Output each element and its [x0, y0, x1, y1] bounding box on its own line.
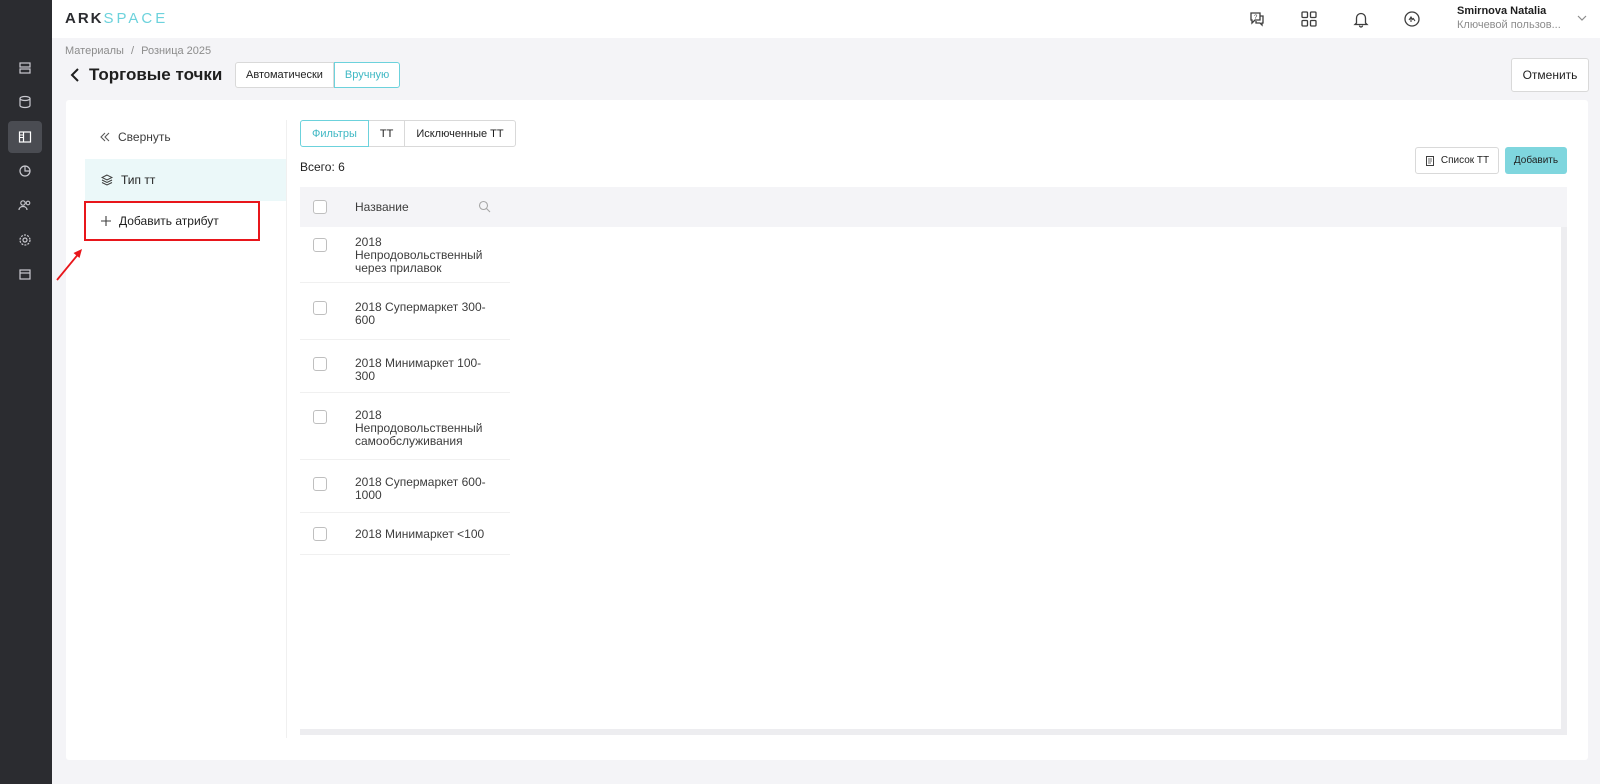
row-name: 2018 Непродовольственный самообслуживани… — [355, 408, 483, 448]
apps-grid-icon[interactable] — [1298, 8, 1320, 30]
logo-ark: ARK — [65, 10, 104, 27]
total-count: Всего: 6 — [300, 160, 345, 174]
table-row[interactable]: 2018 Минимаркет 100-300 — [300, 340, 510, 393]
mode-manual-button[interactable]: Вручную — [333, 62, 401, 88]
row-name: 2018 Супермаркет 300-600 — [355, 300, 486, 327]
left-nav-rail — [0, 0, 52, 784]
add-button[interactable]: Добавить — [1505, 147, 1567, 174]
row-checkbox[interactable] — [313, 357, 327, 371]
row-checkbox[interactable] — [313, 527, 327, 541]
nav-settings-icon[interactable] — [8, 224, 42, 256]
panel-divider — [286, 120, 287, 738]
breadcrumb-retail[interactable]: Розница 2025 — [141, 45, 211, 57]
row-checkbox[interactable] — [313, 301, 327, 315]
table-scrollbar[interactable] — [1561, 227, 1567, 729]
annotation-arrow — [56, 249, 82, 281]
select-all-checkbox[interactable] — [313, 200, 327, 214]
mode-switch: Автоматически Вручную — [235, 62, 401, 88]
row-name: 2018 Минимаркет 100-300 — [355, 356, 482, 383]
tt-list-label: Список ТТ — [1440, 155, 1490, 166]
logo-space: SPACE — [103, 10, 169, 27]
table-row[interactable]: 2018 Непродовольственный самообслуживани… — [300, 393, 510, 460]
back-arrow-icon[interactable] — [68, 67, 82, 83]
table-row[interactable]: 2018 Супермаркет 600-1000 — [300, 460, 510, 513]
nav-chart-icon[interactable] — [8, 155, 42, 187]
sync-icon[interactable] — [1401, 8, 1423, 30]
arkspace-logo[interactable]: ARKSPACE — [65, 10, 168, 27]
row-name: 2018 Минимаркет <100 — [355, 527, 485, 541]
sidebar-collapse-label: Свернуть — [118, 130, 171, 144]
nav-layout-icon[interactable] — [8, 121, 42, 153]
table-header: Название — [300, 187, 1567, 227]
user-role: Ключевой пользов... — [1457, 19, 1561, 31]
tab-filters[interactable]: Фильтры — [300, 120, 369, 147]
document-icon — [1425, 155, 1434, 166]
layers-icon — [101, 174, 113, 186]
plus-icon — [101, 216, 111, 226]
page-title: Торговые точки — [89, 65, 223, 84]
tt-table: Название 2018 Непродовольственный через … — [300, 187, 1567, 735]
row-checkbox[interactable] — [313, 410, 327, 424]
tab-tt[interactable]: ТТ — [367, 120, 406, 147]
nav-database-icon[interactable] — [8, 86, 42, 118]
nav-users-icon[interactable] — [8, 189, 42, 221]
chevron-down-icon[interactable] — [1576, 12, 1588, 24]
tab-bar: Фильтры ТТ Исключенные ТТ — [300, 120, 516, 147]
search-icon[interactable] — [478, 200, 491, 213]
sidebar-collapse-button[interactable]: Свернуть — [100, 130, 171, 144]
double-chevron-left-icon — [100, 132, 110, 142]
user-name: Smirnova Natalia — [1457, 5, 1547, 17]
nav-server-icon[interactable] — [8, 52, 42, 84]
tt-list-button[interactable]: Список ТТ — [1415, 147, 1499, 174]
sidebar-item-type[interactable]: Тип тт — [85, 159, 286, 201]
user-menu[interactable]: Smirnova Natalia Ключевой пользов... — [1457, 5, 1577, 31]
add-attribute-label: Добавить атрибут — [119, 214, 219, 228]
bell-icon[interactable] — [1350, 8, 1372, 30]
row-name: 2018 Супермаркет 600-1000 — [355, 475, 486, 502]
tab-excluded-tt[interactable]: Исключенные ТТ — [404, 120, 516, 147]
row-checkbox[interactable] — [313, 238, 327, 252]
breadcrumb-separator: / — [130, 45, 135, 57]
table-row[interactable]: 2018 Минимаркет <100 — [300, 513, 510, 555]
breadcrumb-materials[interactable]: Материалы — [65, 45, 124, 57]
nav-calendar-icon[interactable] — [8, 258, 42, 290]
cancel-button[interactable]: Отменить — [1511, 58, 1589, 92]
top-bar: ARKSPACE ? Smirnova Natalia Ключевой пол… — [52, 0, 1600, 38]
column-name-header: Название — [355, 200, 409, 214]
row-checkbox[interactable] — [313, 477, 327, 491]
help-chat-icon[interactable]: ? — [1246, 8, 1268, 30]
row-name: 2018 Непродовольственный через прилавок — [355, 235, 483, 275]
add-attribute-button[interactable]: Добавить атрибут — [84, 201, 260, 241]
table-row[interactable]: 2018 Супермаркет 300-600 — [300, 283, 510, 340]
table-row[interactable]: 2018 Непродовольственный через прилавок — [300, 227, 510, 283]
sidebar-item-type-label: Тип тт — [121, 173, 156, 187]
breadcrumb: Материалы / Розница 2025 — [65, 45, 215, 57]
mode-auto-button[interactable]: Автоматически — [235, 62, 334, 88]
